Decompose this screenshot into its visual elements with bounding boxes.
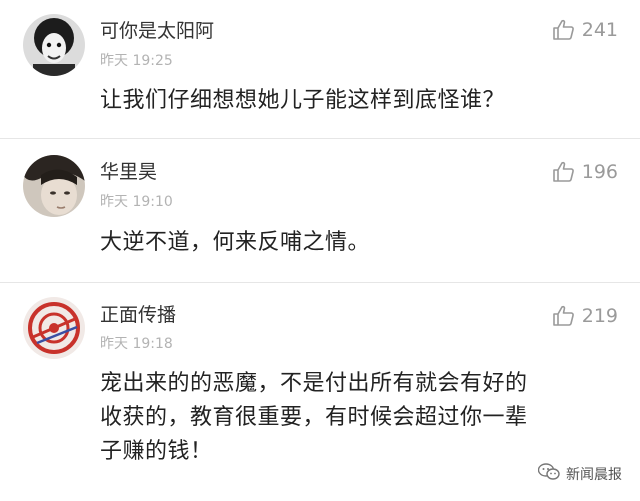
comment-text: 大逆不道，何来反哺之情。 [100,230,371,255]
timestamp: 昨天 19:10 [100,194,173,210]
username[interactable]: 可你是太阳阿 [100,16,214,43]
watermark-text: 新闻晨报 [566,467,622,483]
timestamp: 昨天 19:25 [100,53,173,69]
thumbs-up-icon [552,18,576,42]
like-button[interactable]: 241 [552,18,618,42]
like-button[interactable]: 196 [552,160,618,184]
comment-text: 宠出来的的恶魔，不是付出所有就会有好的 收获的，教育很重要，有时候会超过你一辈 … [100,367,620,469]
like-count: 241 [581,19,618,41]
comment-text-line: 宠出来的的恶魔，不是付出所有就会有好的 [100,371,528,396]
watermark: 新闻晨报 [537,463,622,485]
thumbs-up-icon [552,304,576,328]
avatar[interactable] [23,297,85,359]
like-button[interactable]: 219 [552,304,618,328]
comment-text-line: 收获的，教育很重要，有时候会超过你一辈 [100,405,528,430]
comment-item: 华里昊 昨天 19:10 196 大逆不道，何来反哺之情。 [0,139,640,282]
thumbs-up-icon [552,160,576,184]
username[interactable]: 正面传播 [100,300,176,327]
avatar[interactable] [23,155,85,217]
timestamp: 昨天 19:18 [100,336,173,352]
avatar[interactable] [23,14,85,76]
wechat-icon [537,463,560,485]
comment-text: 让我们仔细想想她儿子能这样到底怪谁？ [100,88,506,113]
username[interactable]: 华里昊 [100,157,157,184]
like-count: 219 [581,305,618,327]
like-count: 196 [581,161,618,183]
comment-item: 可你是太阳阿 昨天 19:25 241 让我们仔细想想她儿子能这样到底怪谁？ [0,0,640,138]
